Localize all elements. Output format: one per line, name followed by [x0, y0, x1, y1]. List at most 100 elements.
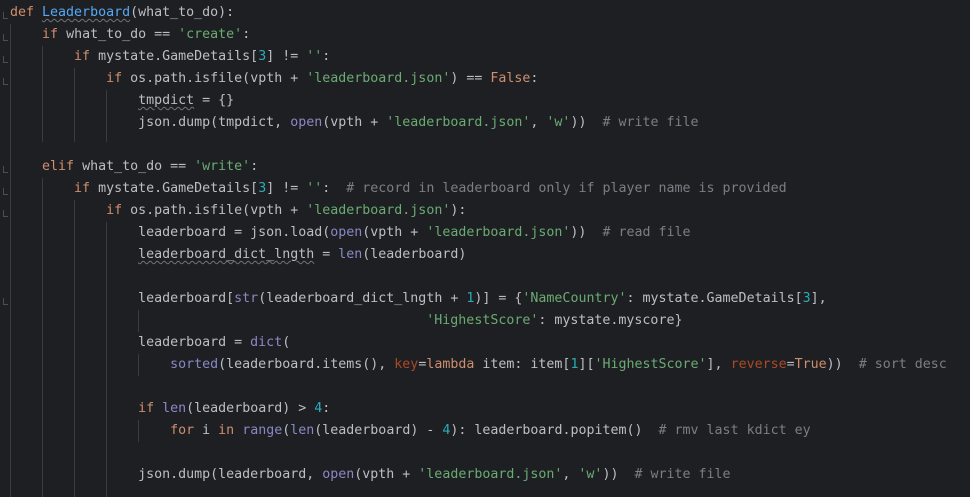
- code-token: mystate.GameDetails[: [98, 49, 259, 64]
- code-line[interactable]: 'HighestScore': mystate.myscore}: [10, 310, 682, 332]
- code-token: 'leaderboard.json': [306, 71, 451, 86]
- code-line[interactable]: if os.path.isfile(vpth + 'leaderboard.js…: [10, 200, 466, 222]
- code-token: json.dump(tmpdict,: [138, 115, 291, 130]
- code-token: what_to_do ==: [82, 159, 195, 174]
- code-token: ],: [706, 357, 731, 372]
- fold-marker-icon[interactable]: [3, 166, 8, 173]
- code-line[interactable]: elif what_to_do == 'write':: [10, 156, 258, 178]
- code-token: :: [322, 181, 347, 196]
- code-token: # sort desc: [858, 357, 947, 372]
- code-token: 'leaderboard.json': [418, 467, 563, 482]
- code-token: mystate.GameDetails[: [98, 181, 259, 196]
- code-token: ] !=: [266, 181, 307, 196]
- code-token: json.dump(leaderboard,: [138, 467, 323, 482]
- code-token: '': [306, 181, 323, 196]
- fold-marker-icon[interactable]: [3, 56, 8, 63]
- code-token: lambda: [426, 357, 483, 372]
- code-token: )] = {: [474, 291, 523, 306]
- code-token: (leaderboard): [362, 247, 467, 262]
- code-token: len: [162, 401, 187, 416]
- code-token: '': [306, 49, 323, 64]
- code-token: # write file: [634, 467, 731, 482]
- code-token: if: [106, 71, 131, 86]
- code-token: # read file: [602, 225, 691, 240]
- code-token: ) ==: [450, 71, 491, 86]
- code-token: 3: [258, 49, 267, 64]
- code-token: (vpth +: [322, 115, 387, 130]
- fold-marker-icon[interactable]: [3, 78, 8, 85]
- code-token: ): leaderboard.popitem(): [450, 423, 659, 438]
- code-line[interactable]: if mystate.GameDetails[3] != '':: [10, 46, 330, 68]
- fold-marker-icon[interactable]: [3, 34, 8, 41]
- code-token: 'leaderboard.json': [426, 225, 571, 240]
- code-token: dict: [250, 335, 283, 350]
- code-token: open: [330, 225, 363, 240]
- code-token: 'w': [578, 467, 603, 482]
- code-token: if: [106, 203, 131, 218]
- code-token: :: [250, 159, 259, 174]
- code-token: )): [570, 225, 603, 240]
- code-token: ,: [562, 467, 579, 482]
- code-token: 'leaderboard.json': [386, 115, 531, 130]
- code-token: =: [786, 357, 795, 372]
- code-line[interactable]: json.dump(leaderboard, open(vpth + 'lead…: [10, 464, 731, 486]
- code-token: if: [74, 49, 99, 64]
- code-line[interactable]: if os.path.isfile(vpth + 'leaderboard.js…: [10, 68, 538, 90]
- code-token: ],: [810, 291, 827, 306]
- code-token: = {}: [194, 93, 235, 108]
- code-token: tmpdict: [138, 93, 195, 108]
- code-line[interactable]: if what_to_do == 'create':: [10, 24, 250, 46]
- code-editor[interactable]: def Leaderboard(what_to_do): if what_to_…: [0, 0, 970, 497]
- code-line[interactable]: leaderboard[str(leaderboard_dict_lngth +…: [10, 288, 827, 310]
- code-token: (vpth +: [362, 225, 427, 240]
- code-token: # write file: [602, 115, 699, 130]
- code-token: ] !=: [266, 49, 307, 64]
- code-line[interactable]: def Leaderboard(what_to_do):: [10, 2, 234, 24]
- code-line[interactable]: leaderboard = json.load(open(vpth + 'lea…: [10, 222, 691, 244]
- code-token: i: [202, 423, 219, 438]
- fold-marker-icon[interactable]: [3, 12, 8, 19]
- code-token: 'HighestScore': [426, 313, 539, 328]
- code-token: (vpth +: [354, 467, 419, 482]
- code-token: leaderboard = json.load(: [138, 225, 331, 240]
- code-token: # record in leaderboard only if player n…: [346, 181, 787, 196]
- fold-marker-icon[interactable]: [3, 298, 8, 305]
- code-line[interactable]: tmpdict = {}: [10, 90, 234, 112]
- code-token: : mystate.myscore}: [538, 313, 683, 328]
- code-token: )): [826, 357, 859, 372]
- code-token: leaderboard[: [138, 291, 235, 306]
- code-token: :: [322, 401, 331, 416]
- code-token: len: [338, 247, 363, 262]
- code-line[interactable]: if mystate.GameDetails[3] != '': # recor…: [10, 178, 787, 200]
- code-token: (leaderboard) >: [186, 401, 315, 416]
- code-line[interactable]: sorted(leaderboard.items(), key = lambda i…: [10, 354, 947, 376]
- code-line[interactable]: leaderboard = dict(: [10, 332, 290, 354]
- code-token: 'NameCountry': [522, 291, 627, 306]
- code-token: 'leaderboard.json': [306, 203, 451, 218]
- code-token: True: [794, 357, 827, 372]
- code-line[interactable]: for i in range(len(leaderboard) - 4): le…: [10, 420, 811, 442]
- fold-marker-icon[interactable]: [3, 188, 8, 195]
- code-token: ):: [450, 203, 467, 218]
- code-token: str: [234, 291, 259, 306]
- code-line[interactable]: if len(leaderboard) > 4:: [10, 398, 330, 420]
- fold-marker-icon[interactable]: [3, 210, 8, 217]
- code-token: leaderboard =: [138, 335, 251, 350]
- code-line[interactable]: leaderboard_dict_lngth = len(leaderboard…: [10, 244, 466, 266]
- code-token: # rmv last kdict ey: [658, 423, 811, 438]
- code-token: open: [290, 115, 323, 130]
- code-line[interactable]: json.dump(tmpdict, open(vpth + 'leaderbo…: [10, 112, 699, 134]
